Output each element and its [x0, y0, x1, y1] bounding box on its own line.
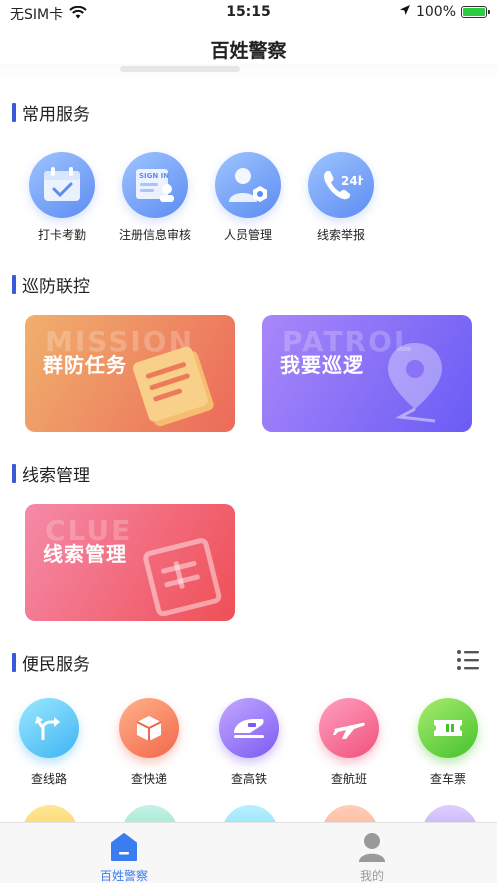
battery-percent: 100%	[415, 4, 456, 20]
tab-bar: 百姓警察 我的	[0, 822, 497, 883]
section-accent-bar	[12, 275, 16, 294]
service-personnel[interactable]: 人员管理	[203, 152, 293, 243]
scrolled-content-edge	[0, 64, 497, 80]
service-attendance[interactable]: 打卡考勤	[17, 152, 107, 243]
card-title: 群防任务	[43, 353, 127, 377]
svg-text:SIGN IN: SIGN IN	[139, 172, 169, 180]
section-clue: 线索管理	[12, 461, 90, 486]
convenience-route[interactable]: 查线路	[4, 698, 94, 787]
person-gear-icon	[215, 152, 281, 218]
convenience-train[interactable]: 查高铁	[204, 698, 294, 787]
battery-icon	[461, 6, 490, 18]
status-bar: 无SIM卡 15:15 100%	[0, 0, 497, 28]
section-title-text: 线索管理	[22, 466, 90, 486]
home-icon	[64, 831, 184, 863]
convenience-label: 查高铁	[230, 772, 267, 786]
convenience-label: 查快递	[130, 772, 167, 786]
user-icon	[312, 831, 432, 863]
section-common-services: 常用服务	[12, 100, 90, 125]
list-menu-icon[interactable]	[456, 649, 480, 675]
card-patrol[interactable]: PATROL 我要巡逻	[262, 315, 472, 432]
tab-label: 我的	[359, 869, 384, 883]
section-convenience: 便民服务	[12, 650, 90, 675]
section-accent-bar	[12, 103, 16, 122]
section-title-text: 巡防联控	[22, 277, 90, 297]
section-title-text: 便民服务	[22, 655, 90, 675]
card-group-defense-task[interactable]: MISSION 群防任务	[25, 315, 235, 432]
ticket-icon	[418, 698, 478, 758]
tab-label: 百姓警察	[99, 869, 148, 883]
package-icon	[119, 698, 179, 758]
card-title: 我要巡逻	[280, 353, 364, 377]
service-label: 打卡考勤	[37, 228, 86, 242]
convenience-label: 查航班	[330, 772, 367, 786]
tab-mine[interactable]: 我的	[312, 831, 432, 883]
service-clue-report[interactable]: 24h 线索举报	[296, 152, 386, 243]
card-title: 线索管理	[43, 542, 127, 566]
convenience-ticket[interactable]: 查车票	[403, 698, 493, 787]
route-icon	[19, 698, 79, 758]
card-clue-management[interactable]: CLUE 线索管理	[25, 504, 235, 621]
phone-24h-icon: 24h	[308, 152, 374, 218]
svg-text:24h: 24h	[341, 174, 363, 188]
clipboard-icon	[141, 534, 225, 621]
tab-home[interactable]: 百姓警察	[64, 831, 184, 883]
convenience-label: 查线路	[30, 772, 67, 786]
service-label: 人员管理	[223, 228, 272, 242]
convenience-flight[interactable]: 查航班	[304, 698, 394, 787]
section-title-text: 常用服务	[22, 105, 90, 125]
train-icon	[219, 698, 279, 758]
battery-group: 100%	[399, 4, 490, 20]
convenience-express[interactable]: 查快递	[104, 698, 194, 787]
service-label: 线索举报	[316, 228, 365, 242]
convenience-label: 查车票	[429, 772, 466, 786]
location-arrow-icon	[399, 4, 411, 20]
airplane-icon	[319, 698, 379, 758]
service-label: 注册信息审核	[118, 228, 191, 242]
document-stack-icon	[132, 343, 223, 432]
map-pin-icon	[380, 337, 450, 431]
calendar-check-icon	[29, 152, 95, 218]
section-accent-bar	[12, 653, 16, 672]
service-registration-review[interactable]: SIGN IN 注册信息审核	[110, 152, 200, 243]
sign-in-form-icon: SIGN IN	[122, 152, 188, 218]
page-title: 百姓警察	[210, 40, 287, 62]
section-accent-bar	[12, 464, 16, 483]
section-patrol: 巡防联控	[12, 272, 90, 297]
